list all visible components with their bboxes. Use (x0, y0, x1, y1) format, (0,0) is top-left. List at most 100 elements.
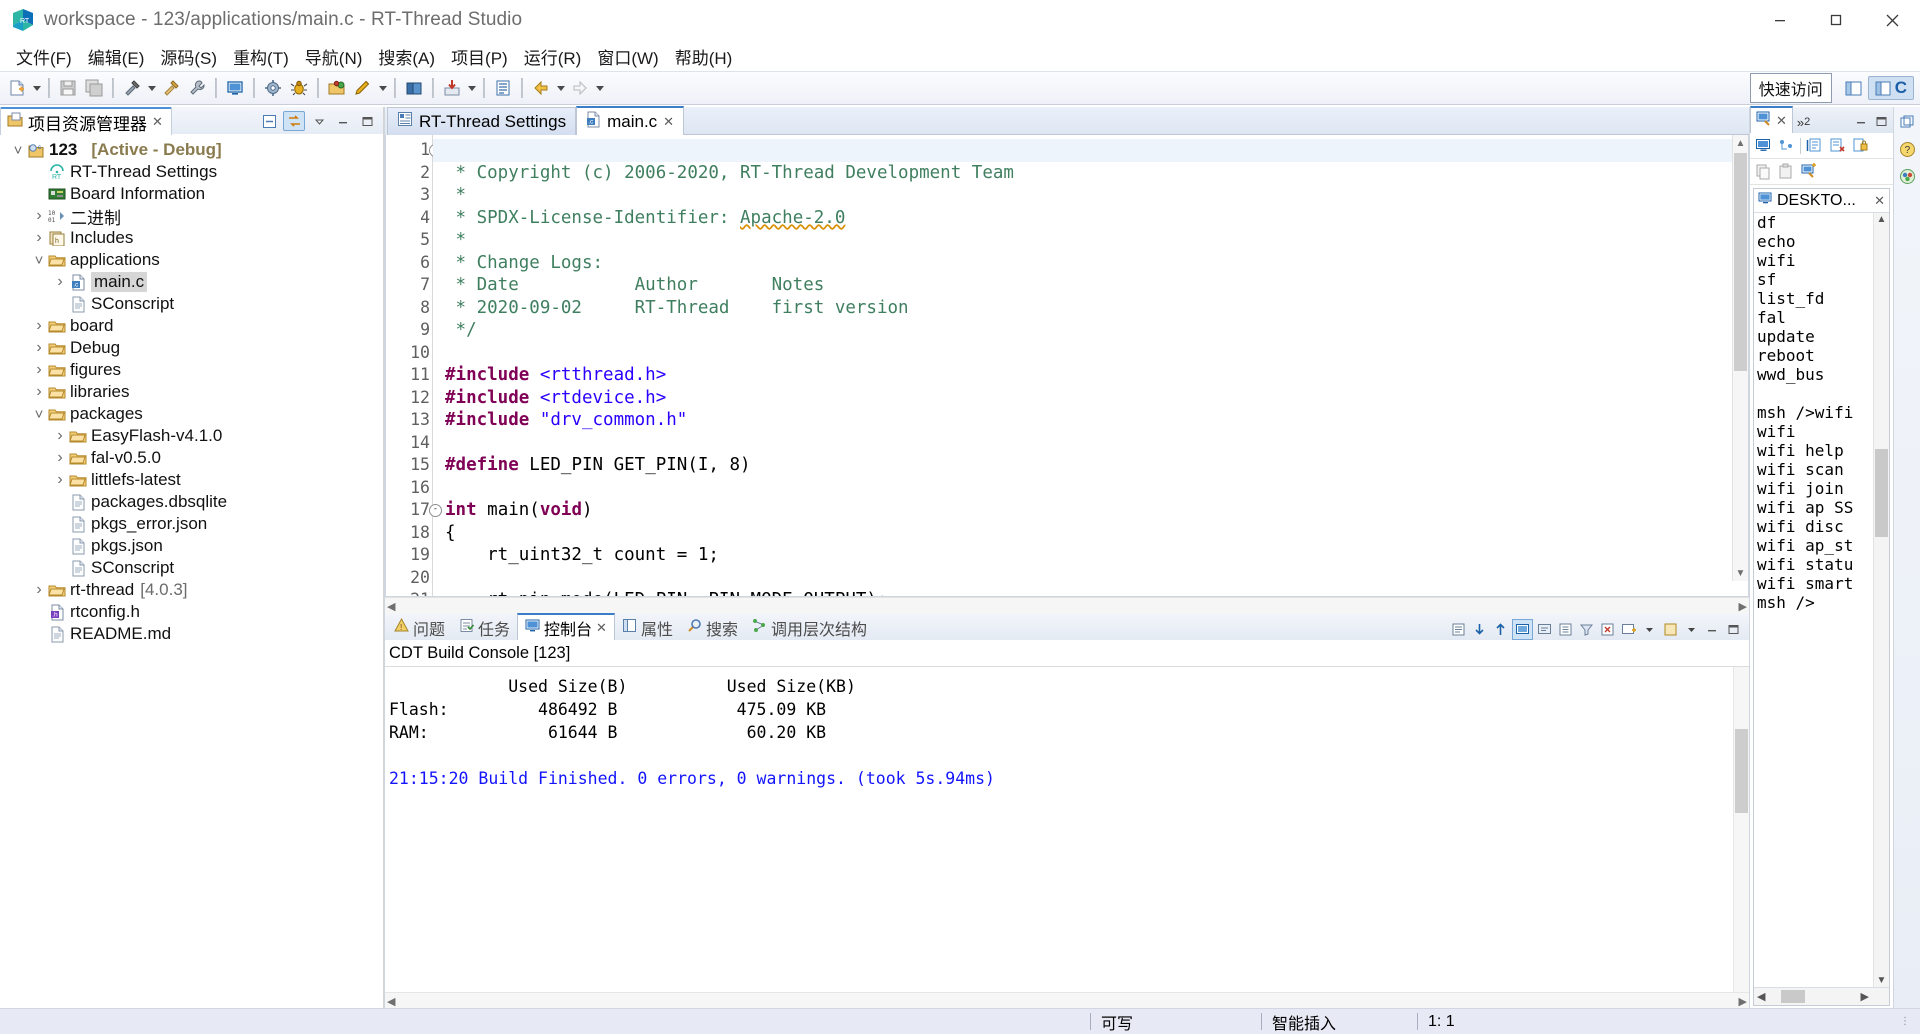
bug-icon[interactable] (287, 76, 311, 100)
new-file-button[interactable] (5, 76, 29, 100)
chevron-right-icon[interactable]: › (31, 337, 47, 359)
console-tab-call-hierarchy[interactable]: 调用层次结构 (745, 615, 874, 640)
arrow-back-icon[interactable] (529, 76, 553, 100)
console-vertical-scrollbar[interactable] (1733, 667, 1749, 992)
tree-item-fal[interactable]: › fal-v0.5.0 (0, 447, 383, 469)
new-console-view-button[interactable] (1619, 620, 1638, 639)
lines-icon[interactable] (1805, 136, 1824, 155)
menu-run[interactable]: 运行(R) (516, 42, 590, 71)
menu-edit[interactable]: 编辑(E) (80, 42, 153, 71)
tree-item-rtconfig-h[interactable]: .h rtconfig.h (0, 601, 383, 623)
menu-window[interactable]: 窗口(W) (589, 42, 666, 71)
copy-icon[interactable] (1754, 162, 1773, 181)
tree-item-applications[interactable]: ˅ applications (0, 249, 383, 271)
maximize-terminal-button[interactable] (1875, 113, 1888, 133)
minimize-terminal-button[interactable] (1855, 113, 1868, 133)
monitor-icon[interactable] (223, 76, 247, 100)
tree-item-project-123[interactable]: ˅ c 123 [Active - Debug] (0, 139, 383, 161)
console-tab-search[interactable]: 搜索 (680, 615, 745, 640)
tree-item-binaries[interactable]: › 10 01 二进制 (0, 205, 383, 228)
editor-body[interactable]: 1-2 3 4 5 6 7 8 9 10 11 12 13 14 15 1617-18 19 20 21 /* *… (385, 135, 1749, 597)
paste-icon[interactable] (1777, 162, 1796, 181)
tree-item-figures[interactable]: › figures (0, 359, 383, 381)
restore-icon[interactable] (1897, 112, 1917, 132)
link-with-editor-button[interactable] (283, 111, 305, 131)
tree-item-includes[interactable]: › h Includes (0, 227, 383, 249)
hammer-gold-icon[interactable] (159, 76, 183, 100)
terminal-scroll-up-icon[interactable]: ▲ (1874, 214, 1889, 225)
menu-source[interactable]: 源码(S) (152, 42, 225, 71)
console-scroll-right-icon[interactable]: ▶ (1739, 995, 1747, 1008)
menu-project[interactable]: 项目(P) (443, 42, 516, 71)
code-text[interactable]: /* * Copyright (c) 2006-2020, RT-Thread … (433, 135, 1748, 596)
build-dropdown[interactable] (145, 76, 158, 100)
open-console-button[interactable] (1535, 620, 1554, 639)
menu-file[interactable]: 文件(F) (8, 42, 80, 71)
chevron-down-icon[interactable]: ˅ (10, 139, 26, 161)
close-icon[interactable]: ✕ (596, 620, 607, 636)
view-menu-button[interactable] (309, 112, 329, 130)
console-tab-tasks[interactable]: 任务 (452, 615, 517, 640)
console-output[interactable]: Used Size(B) Used Size(KB) Flash: 486492 … (385, 667, 1749, 992)
tree-item-readme-md[interactable]: README.md (0, 623, 383, 645)
close-icon[interactable]: ✕ (663, 114, 674, 130)
terminal-output[interactable]: df echo wifi sf list_fd fal update reboot wwd_bu… (1754, 213, 1889, 987)
chevron-right-icon[interactable]: › (31, 579, 47, 601)
lock-icon[interactable] (1851, 136, 1870, 155)
save-all-button[interactable] (82, 76, 106, 100)
quick-access-input[interactable]: 快速访问 (1749, 73, 1832, 103)
tree-item-rt-thread[interactable]: › rt-thread [4.0.3] (0, 579, 383, 601)
tree-item-board[interactable]: › board (0, 315, 383, 337)
back-dropdown[interactable] (554, 76, 567, 100)
maximize-console-button[interactable] (1724, 620, 1743, 639)
list-icon[interactable] (491, 76, 515, 100)
scroll-up-arrow-icon[interactable]: ▲ (1733, 135, 1748, 151)
menu-search[interactable]: 搜索(A) (370, 42, 443, 71)
tree-item-sconscript-app[interactable]: SConscript (0, 293, 383, 315)
scroll-lock-button[interactable] (1470, 620, 1489, 639)
chevron-right-icon[interactable]: › (31, 315, 47, 337)
editor-horizontal-scrollbar[interactable]: ◀ ▶ (385, 597, 1749, 614)
console-clear-button[interactable] (1449, 620, 1468, 639)
chevron-right-icon[interactable]: › (52, 425, 68, 447)
perspective-c-button[interactable]: C (1867, 76, 1914, 100)
display-selected-console-button[interactable] (1512, 619, 1533, 640)
tree-item-main-c[interactable]: › .c main.c (0, 271, 383, 293)
chevron-right-icon[interactable]: › (31, 227, 47, 249)
save-button[interactable] (56, 76, 80, 100)
chevron-right-icon[interactable]: › (31, 359, 47, 381)
console-horizontal-scrollbar[interactable]: ◀ ▶ (385, 992, 1749, 1009)
more-tabs-button[interactable]: » 2 (1793, 111, 1814, 133)
close-icon[interactable]: ✕ (152, 114, 163, 130)
forward-dropdown[interactable] (593, 76, 606, 100)
menu-refactor[interactable]: 重构(T) (225, 42, 297, 71)
chevron-right-icon[interactable]: › (52, 447, 68, 469)
chevron-down-icon[interactable]: ˅ (31, 249, 47, 271)
tree-item-pkgs-json[interactable]: pkgs.json (0, 535, 383, 557)
chevron-down-icon[interactable]: ˅ (31, 403, 47, 425)
tree-item-littlefs[interactable]: › littlefs-latest (0, 469, 383, 491)
book-icon[interactable] (402, 76, 426, 100)
terminal-console-header[interactable]: DESKTO... ✕ (1754, 189, 1889, 213)
hammer-icon[interactable] (120, 76, 144, 100)
help-icon[interactable]: ? (1897, 139, 1917, 159)
maximize-button[interactable] (1808, 0, 1864, 40)
folder-open-icon[interactable] (325, 76, 349, 100)
import-icon[interactable] (440, 76, 464, 100)
monitor-icon[interactable] (1754, 136, 1773, 155)
chevron-right-icon[interactable]: › (31, 381, 47, 403)
tree-item-board-information[interactable]: Board Information (0, 183, 383, 205)
terminal-settings-icon[interactable] (1777, 136, 1796, 155)
terminal-tab[interactable]: ✕ (1750, 106, 1793, 133)
terminal-scroll-down-icon[interactable]: ▼ (1874, 975, 1889, 986)
chevron-right-icon[interactable]: › (31, 205, 47, 227)
console-list-button[interactable] (1556, 620, 1575, 639)
tree-item-rt-thread-settings[interactable]: RT RT-Thread Settings (0, 161, 383, 183)
scroll-left-arrow-icon[interactable]: ◀ (387, 600, 395, 613)
terminal-vertical-scrollbar[interactable]: ▲ ▼ (1873, 213, 1889, 987)
terminal-hscroll-thumb[interactable] (1781, 990, 1806, 1003)
tree-item-packages[interactable]: ˅ packages (0, 403, 383, 425)
close-button[interactable] (1864, 0, 1920, 40)
console-tab-properties[interactable]: 属性 (615, 615, 680, 640)
pin-console-button[interactable] (1491, 620, 1510, 639)
